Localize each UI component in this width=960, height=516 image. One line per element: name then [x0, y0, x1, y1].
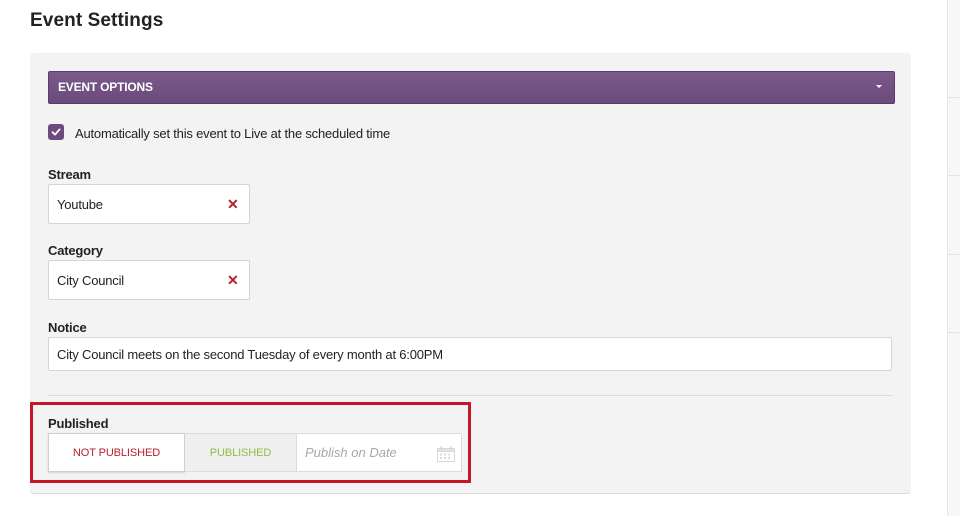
notice-input[interactable]: [48, 337, 892, 371]
stream-select[interactable]: Youtube ✕: [48, 184, 250, 224]
category-select[interactable]: City Council ✕: [48, 260, 250, 300]
published-label: Published: [48, 416, 109, 431]
calendar-icon[interactable]: [437, 446, 455, 462]
right-edge-divider: [948, 254, 960, 255]
notice-label: Notice: [48, 320, 87, 335]
right-edge-divider: [948, 175, 960, 176]
not-published-button[interactable]: NOT PUBLISHED: [48, 433, 185, 472]
stream-label: Stream: [48, 167, 91, 182]
category-label: Category: [48, 243, 103, 258]
close-icon[interactable]: ✕: [227, 273, 239, 287]
chevron-down-icon[interactable]: [876, 85, 882, 88]
close-icon[interactable]: ✕: [227, 197, 239, 211]
category-value: City Council: [57, 273, 124, 288]
page-title: Event Settings: [30, 10, 164, 31]
auto-live-checkbox[interactable]: [48, 124, 64, 140]
right-edge-divider: [948, 332, 960, 333]
checkmark-icon: [51, 128, 61, 136]
stream-value: Youtube: [57, 197, 103, 212]
right-edge-divider: [948, 97, 960, 98]
right-edge-panel: [947, 0, 960, 516]
event-options-header[interactable]: EVENT OPTIONS: [48, 71, 895, 104]
publish-date-field[interactable]: [296, 433, 462, 472]
section-divider: [48, 395, 893, 396]
auto-live-label: Automatically set this event to Live at …: [75, 126, 391, 141]
publish-date-input[interactable]: [297, 434, 435, 471]
event-options-title: EVENT OPTIONS: [58, 80, 153, 94]
published-button[interactable]: PUBLISHED: [185, 433, 296, 472]
